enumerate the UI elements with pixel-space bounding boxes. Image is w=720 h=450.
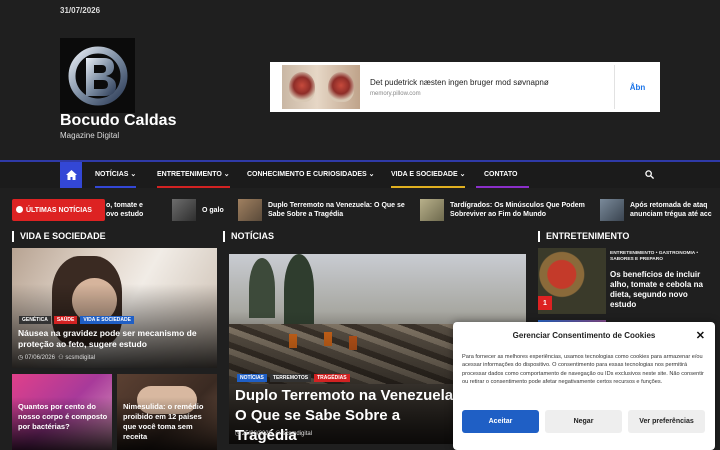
- site-logo[interactable]: [60, 38, 135, 113]
- section-heading-entretenimento: ENTRETENIMENTO: [538, 231, 629, 242]
- page: 31/07/2026 Bocudo Caldas Magazine Digita…: [0, 0, 720, 450]
- nav-entretenimento[interactable]: ENTRETENIMENTO ⌄: [157, 162, 230, 188]
- article-title[interactable]: Nimesulida: o remédio proibido em 12 paí…: [123, 402, 215, 442]
- tag-label[interactable]: TRAGÉDIAS: [314, 374, 350, 382]
- article-meta: ◷ 07/06/2026 ⚇ scsmdigital: [18, 355, 96, 361]
- article-categories[interactable]: ENTRETENIMENTO • GASTRONOMIA • SABORES E…: [610, 251, 706, 263]
- ticker-item[interactable]: Duplo Terremoto na Venezuela: O Que se S…: [238, 199, 405, 221]
- article-meta: ◷ 25/06/2026 ⚇ scsmdigital: [235, 431, 313, 437]
- logo-emblem-icon: [68, 46, 127, 105]
- nav-contato[interactable]: CONTATO: [476, 162, 530, 188]
- section-heading-noticias: NOTÍCIAS: [223, 231, 274, 242]
- tag-label[interactable]: NOTÍCIAS: [237, 374, 267, 382]
- ad-source: memory.pillow.com: [370, 91, 421, 97]
- user-icon: ⚇: [275, 431, 281, 437]
- ticker-item[interactable]: o, tomate e ovo estudo: [106, 199, 166, 221]
- rank-number: 1: [538, 296, 552, 310]
- current-date: 31/07/2026: [60, 6, 101, 15]
- list-item[interactable]: 1 ENTRETENIMENTO • GASTRONOMIA • SABORES…: [538, 248, 706, 314]
- ad-headline[interactable]: Det pudetrick næsten ingen bruger mod sø…: [370, 77, 614, 88]
- ad-open-button[interactable]: Åbn: [614, 65, 660, 109]
- close-icon[interactable]: ✕: [696, 329, 705, 342]
- nav-noticias[interactable]: NOTÍCIAS ⌄: [95, 162, 137, 188]
- article-card-bacterias[interactable]: Quantos por cento do nosso corpo é compo…: [12, 374, 112, 450]
- chevron-down-icon: ⌄: [223, 171, 230, 178]
- chevron-down-icon: ⌄: [459, 171, 466, 178]
- home-icon: [65, 170, 77, 180]
- search-icon[interactable]: [645, 170, 654, 179]
- site-tagline: Magazine Digital: [60, 131, 120, 140]
- clock-icon: ◷: [18, 355, 24, 361]
- article-card-nausea[interactable]: GENÉTICA SAÚDE VIDA E SOCIEDADE Náusea n…: [12, 248, 217, 368]
- cookie-consent-dialog: Gerenciar Consentimento de Cookies ✕ Par…: [453, 322, 715, 450]
- ticker-item[interactable]: O galo: [172, 199, 224, 221]
- site-title[interactable]: Bocudo Caldas: [60, 112, 176, 130]
- nav-vida-sociedade[interactable]: VIDA E SOCIEDADE ⌄: [391, 162, 466, 188]
- ad-image: [282, 65, 360, 109]
- nav-conhecimento[interactable]: CONHECIMENTO E CURIOSIDADES ⌄: [247, 162, 375, 188]
- article-title[interactable]: Quantos por cento do nosso corpo é compo…: [18, 402, 110, 432]
- tag-label[interactable]: TERREMOTOS: [269, 374, 312, 382]
- ticker-item[interactable]: Tardígrados: Os Minúsculos Que Podem Sob…: [420, 199, 585, 221]
- news-ticker: o, tomate e ovo estudo O galo Duplo Terr…: [0, 196, 720, 224]
- deny-button[interactable]: Negar: [545, 410, 622, 433]
- accept-button[interactable]: Aceitar: [462, 410, 539, 433]
- tag-label[interactable]: GENÉTICA: [19, 316, 51, 324]
- advertisement-banner[interactable]: Det pudetrick næsten ingen bruger mod sø…: [270, 62, 660, 112]
- article-title[interactable]: Os benefícios de incluir alho, tomate e …: [610, 270, 706, 310]
- chevron-down-icon: ⌄: [130, 171, 137, 178]
- view-preferences-button[interactable]: Ver preferências: [628, 410, 705, 433]
- cookie-dialog-text: Para fornecer as melhores experiências, …: [462, 354, 704, 386]
- main-navigation: NOTÍCIAS ⌄ ENTRETENIMENTO ⌄ CONHECIMENTO…: [0, 160, 720, 188]
- article-card-nimesulida[interactable]: Nimesulida: o remédio proibido em 12 paí…: [117, 374, 217, 450]
- clock-icon: ◷: [235, 431, 241, 437]
- latest-news-label: ÚLTIMAS NOTÍCIAS: [12, 199, 105, 221]
- chevron-down-icon: ⌄: [368, 171, 375, 178]
- article-title[interactable]: Náusea na gravidez pode ser mecanismo de…: [18, 328, 214, 350]
- user-icon: ⚇: [58, 355, 64, 361]
- section-heading-vida: VIDA E SOCIEDADE: [12, 231, 106, 242]
- tag-label[interactable]: VIDA E SOCIEDADE: [80, 316, 134, 324]
- ticker-item[interactable]: Após retomada de ataq anunciam trégua at…: [600, 199, 712, 221]
- home-button[interactable]: [60, 162, 82, 188]
- cookie-dialog-title: Gerenciar Consentimento de Cookies: [512, 331, 656, 340]
- tag-label[interactable]: SAÚDE: [53, 316, 78, 324]
